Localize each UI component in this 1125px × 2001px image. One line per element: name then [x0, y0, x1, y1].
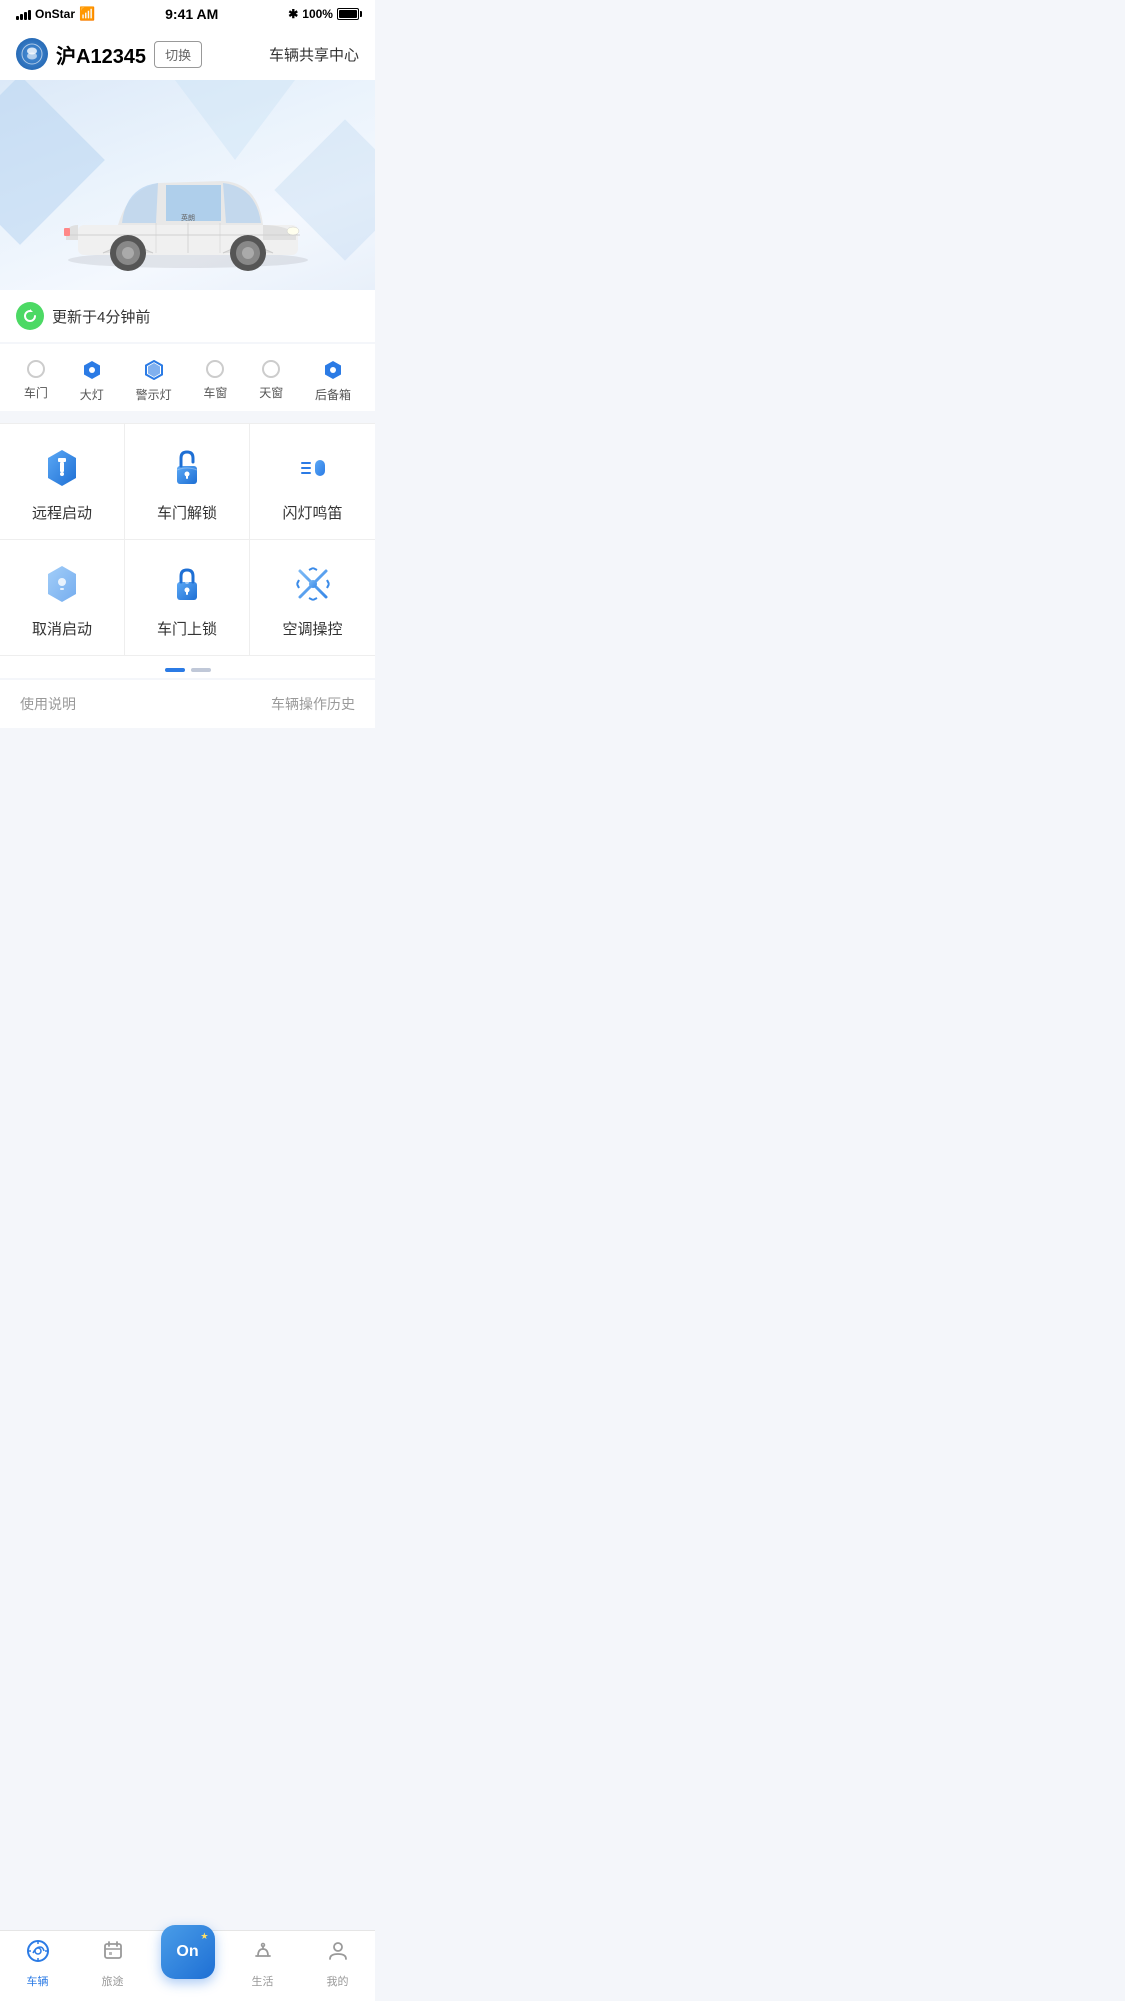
status-bar: OnStar 📶 9:41 AM ✱ 100%: [0, 0, 375, 28]
nav-trip[interactable]: 旅途: [85, 1939, 140, 1989]
indicator-hazard[interactable]: 警示灯: [136, 360, 172, 403]
page-dots: [0, 656, 375, 678]
indicator-label-hazard: 警示灯: [136, 386, 172, 403]
usage-guide-link[interactable]: 使用说明: [20, 694, 76, 714]
indicator-door[interactable]: 车门: [24, 360, 48, 403]
signal-bars: [16, 8, 31, 20]
indicator-window[interactable]: 车窗: [203, 360, 227, 403]
vehicle-icon: [26, 1939, 50, 1969]
page-dot-1[interactable]: [165, 668, 185, 672]
refresh-icon[interactable]: [16, 302, 44, 330]
page-dot-2[interactable]: [191, 668, 211, 672]
battery-percent: 100%: [302, 7, 333, 21]
indicator-label-headlight: 大灯: [80, 386, 104, 403]
nav-vehicle[interactable]: 车辆: [10, 1939, 65, 1989]
indicator-label-door: 车门: [24, 384, 48, 401]
update-status-row: 更新于4分钟前: [0, 290, 375, 342]
app-header: 沪A12345 切换 车辆共享中心: [0, 28, 375, 80]
door-lock-label: 车门上锁: [157, 618, 217, 639]
share-center-link[interactable]: 车辆共享中心: [269, 44, 359, 65]
buick-logo: [16, 38, 48, 70]
plate-number: 沪A12345: [56, 40, 146, 69]
ac-control-icon: [289, 560, 337, 608]
nav-mine-label: 我的: [327, 1973, 349, 1989]
flash-horn-icon: [289, 444, 337, 492]
flash-horn-button[interactable]: 闪灯鸣笛: [250, 424, 375, 540]
status-left: OnStar 📶: [16, 6, 95, 22]
indicator-dot-trunk: [323, 360, 343, 380]
nav-life[interactable]: 生活: [235, 1939, 290, 1989]
status-right: ✱ 100%: [288, 7, 359, 21]
indicator-label-sunroof: 天窗: [259, 384, 283, 401]
svg-text:英朗: 英朗: [181, 213, 195, 222]
quick-links-row: 使用说明 车辆操作历史: [0, 680, 375, 728]
carrier-label: OnStar: [35, 7, 75, 21]
car-image: 英朗: [48, 140, 328, 280]
indicator-sunroof[interactable]: 天窗: [259, 360, 283, 403]
header-left: 沪A12345 切换: [16, 38, 202, 70]
ac-control-button[interactable]: 空调操控: [250, 540, 375, 656]
operation-history-link[interactable]: 车辆操作历史: [271, 694, 355, 714]
nav-onstar[interactable]: ★ On: [160, 1941, 215, 1987]
ac-control-label: 空调操控: [282, 618, 342, 639]
indicator-trunk[interactable]: 后备箱: [315, 360, 351, 403]
cancel-start-label: 取消启动: [32, 618, 92, 639]
onstar-center-button[interactable]: ★ On: [161, 1925, 215, 1979]
onstar-logo-text: On: [176, 1944, 198, 1960]
car-illustration: 英朗: [48, 145, 328, 275]
remote-start-icon: [38, 444, 86, 492]
time-display: 9:41 AM: [165, 6, 218, 22]
bottom-navigation: 车辆 旅途 ★ On: [0, 1930, 375, 2001]
indicator-dot-window: [206, 360, 224, 378]
cancel-start-icon: [38, 560, 86, 608]
indicator-label-trunk: 后备箱: [315, 386, 351, 403]
door-unlock-icon: [163, 444, 211, 492]
indicator-headlight[interactable]: 大灯: [80, 360, 104, 403]
nav-vehicle-label: 车辆: [27, 1973, 49, 1989]
indicator-dot-headlight: [82, 360, 102, 380]
onstar-star: ★: [200, 1931, 208, 1942]
wifi-icon: 📶: [79, 6, 95, 22]
door-unlock-button[interactable]: 车门解锁: [125, 424, 250, 540]
indicator-dot-sunroof: [262, 360, 280, 378]
controls-grid: 远程启动 车门解锁: [0, 423, 375, 656]
car-hero-section: 英朗: [0, 80, 375, 290]
indicator-dot-door: [27, 360, 45, 378]
life-icon: [251, 1939, 275, 1969]
door-lock-button[interactable]: 车门上锁: [125, 540, 250, 656]
status-indicators-row: 车门 大灯 警示灯 车窗 天窗: [0, 344, 375, 411]
bluetooth-icon: ✱: [288, 7, 298, 21]
cancel-start-button[interactable]: 取消启动: [0, 540, 125, 656]
update-time-text: 更新于4分钟前: [52, 306, 150, 327]
remote-start-label: 远程启动: [32, 502, 92, 523]
flash-horn-label: 闪灯鸣笛: [282, 502, 342, 523]
switch-vehicle-button[interactable]: 切换: [154, 41, 202, 68]
trip-icon: [101, 1939, 125, 1969]
nav-mine[interactable]: 我的: [310, 1939, 365, 1989]
indicator-dot-hazard: [144, 360, 164, 380]
door-unlock-label: 车门解锁: [157, 502, 217, 523]
nav-trip-label: 旅途: [102, 1973, 124, 1989]
battery-indicator: [337, 8, 359, 20]
nav-life-label: 生活: [252, 1973, 274, 1989]
mine-icon: [326, 1939, 350, 1969]
indicator-label-window: 车窗: [203, 384, 227, 401]
remote-start-button[interactable]: 远程启动: [0, 424, 125, 540]
door-lock-icon: [163, 560, 211, 608]
